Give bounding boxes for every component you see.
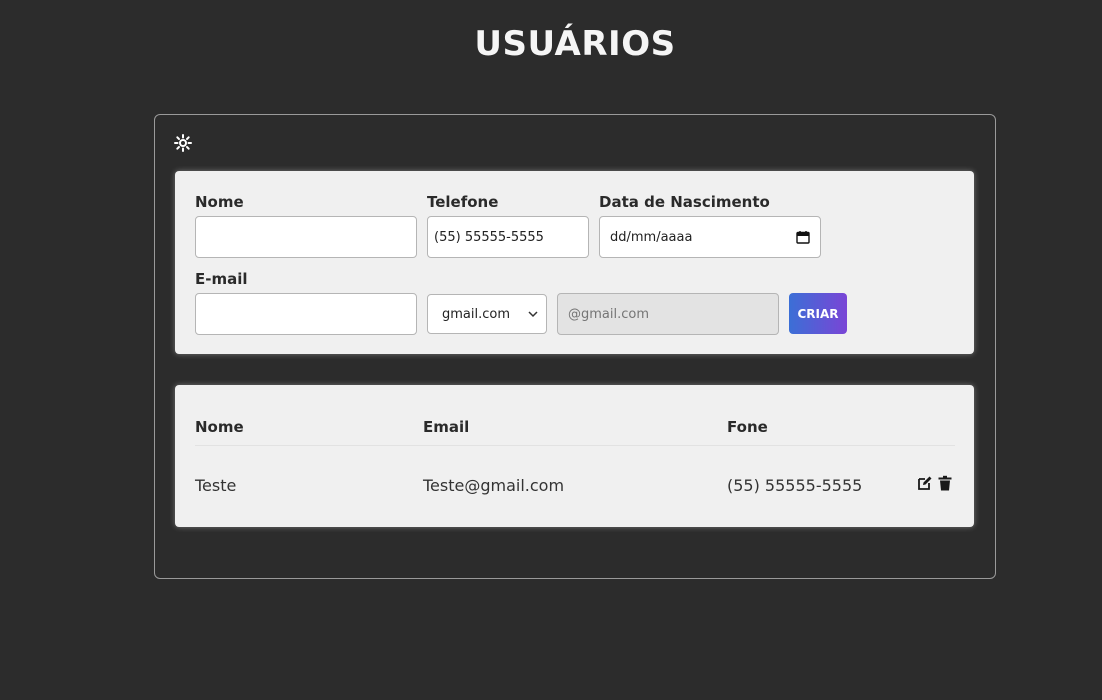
phone-label: Telefone: [427, 193, 499, 211]
sun-icon[interactable]: [174, 134, 192, 152]
users-table: Nome Email Fone Teste Teste@gmail.com (5…: [175, 385, 974, 527]
header-divider: [195, 445, 955, 446]
user-form: Nome Telefone Data de Nascimento dd/mm/a…: [175, 171, 974, 354]
trash-icon[interactable]: [937, 475, 953, 491]
column-header-email: Email: [423, 418, 470, 436]
page-title: USUÁRIOS: [474, 24, 676, 64]
birth-date-placeholder: dd/mm/aaaa: [610, 229, 693, 245]
email-preview-field: [557, 293, 779, 335]
birth-date-input[interactable]: dd/mm/aaaa: [599, 216, 821, 258]
email-domain-select[interactable]: gmail.com: [427, 294, 547, 334]
email-domain-value: gmail.com: [442, 306, 511, 322]
phone-input[interactable]: [427, 216, 589, 258]
birth-date-label: Data de Nascimento: [599, 193, 770, 211]
name-input[interactable]: [195, 216, 417, 258]
row-email: Teste@gmail.com: [423, 476, 565, 495]
create-button[interactable]: CRIAR: [789, 293, 847, 334]
edit-icon[interactable]: [917, 475, 933, 491]
calendar-icon[interactable]: [796, 230, 810, 244]
column-header-phone: Fone: [727, 418, 768, 436]
name-label: Nome: [195, 193, 244, 211]
chevron-down-icon: [528, 311, 538, 318]
email-input[interactable]: [195, 293, 417, 335]
row-phone: (55) 55555-5555: [727, 476, 863, 495]
email-label: E-mail: [195, 270, 248, 288]
column-header-name: Nome: [195, 418, 244, 436]
row-name: Teste: [195, 476, 237, 495]
